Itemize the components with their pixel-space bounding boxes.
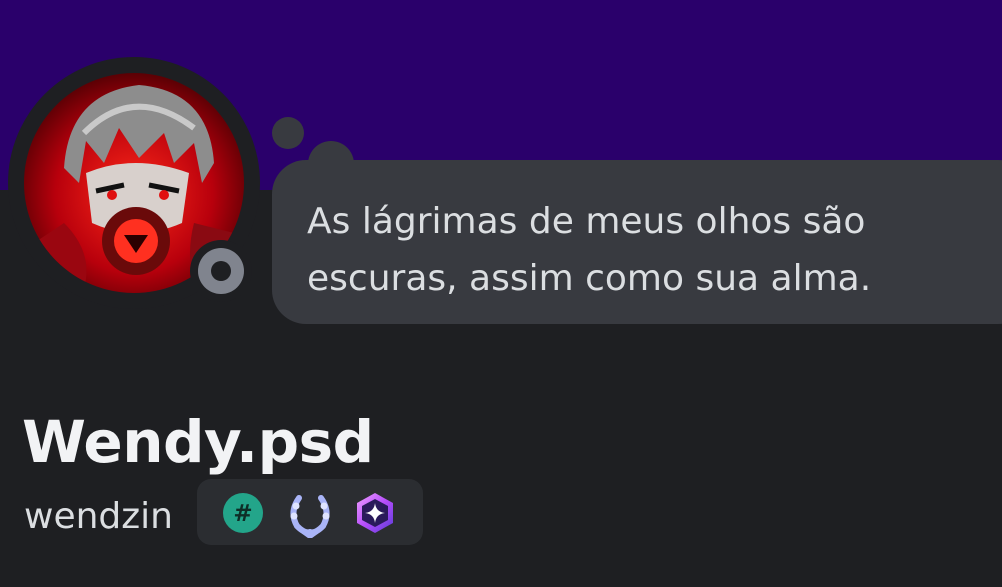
laurel-badge-icon[interactable] [285,492,335,538]
hashtag-badge-icon[interactable]: # [222,492,264,534]
username[interactable]: wendzin [24,494,173,540]
svg-text:#: # [233,501,252,527]
custom-status-line-1: As lágrimas de meus olhos são [307,201,866,242]
display-name: Wendy.psd [22,408,374,476]
thought-bubble-dot-small [272,117,304,149]
custom-status-text: As lágrimas de meus olhos são escuras, a… [307,193,997,307]
offline-status-hole [211,261,231,281]
custom-status-line-2: escuras, assim como sua alma. [307,258,872,299]
gem-badge-icon[interactable] [354,492,396,534]
